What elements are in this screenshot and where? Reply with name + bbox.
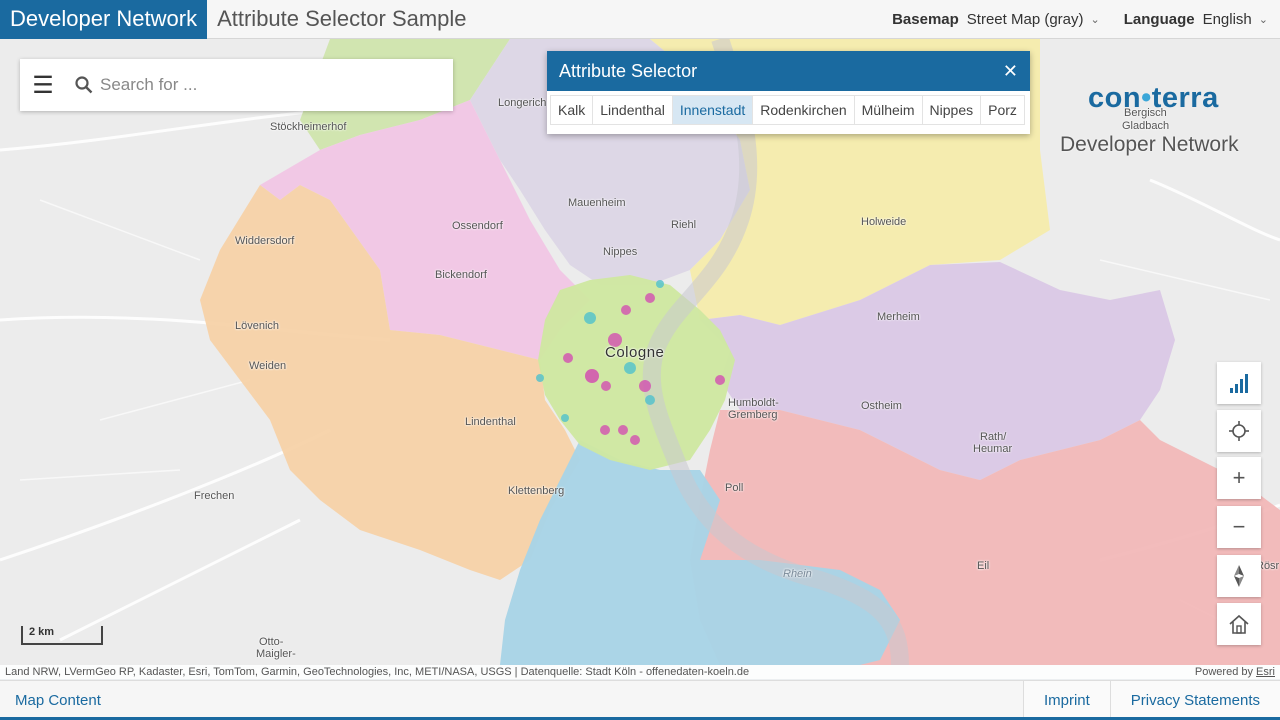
- place-label: Maigler-: [256, 648, 296, 660]
- place-label: Widdersdorf: [235, 235, 295, 247]
- place-label: Lindenthal: [465, 416, 516, 428]
- place-label: Lövenich: [235, 320, 280, 332]
- footer-bar: Map Content Imprint Privacy Statements: [0, 680, 1280, 720]
- app-title: Attribute Selector Sample: [217, 6, 467, 31]
- conterra-logo: con•terra Developer Network: [1060, 82, 1260, 157]
- compass-icon: [1234, 565, 1244, 587]
- basemap-value: Street Map (gray): [966, 10, 1084, 28]
- attribute-selector-header: Attribute Selector ✕: [547, 51, 1030, 91]
- place-label: Ossendorf: [452, 220, 503, 232]
- place-label: Merheim: [877, 311, 920, 323]
- plus-icon: +: [1232, 465, 1246, 490]
- logo-subtitle: Developer Network: [1060, 133, 1239, 156]
- language-label: Language: [1123, 10, 1195, 28]
- river-label: Rhein: [783, 568, 812, 580]
- imprint-button[interactable]: Imprint: [1022, 680, 1110, 720]
- attribute-selector-title: Attribute Selector: [559, 60, 698, 81]
- chart-button[interactable]: [1217, 362, 1261, 404]
- place-label: Mauenheim: [568, 197, 626, 209]
- place-label: Ostheim: [861, 400, 902, 412]
- logo-mark: con•terra: [1088, 82, 1219, 114]
- place-label: Eil: [977, 560, 990, 572]
- brand-title[interactable]: Developer Network: [0, 0, 208, 39]
- close-icon[interactable]: ✕: [1003, 61, 1018, 82]
- search-input[interactable]: [100, 75, 420, 95]
- header-bar: Developer Network Attribute Selector Sam…: [0, 0, 1280, 39]
- bar-chart-icon: [1230, 374, 1248, 393]
- place-label: Rath/: [980, 431, 1007, 443]
- place-label: Riehl: [671, 219, 697, 231]
- place-label: Longerich: [498, 97, 547, 109]
- zoom-out-button[interactable]: −: [1217, 506, 1261, 548]
- tab-nippes[interactable]: Nippes: [921, 95, 982, 125]
- header-controls: Basemap Street Map (gray) ⌄ Language Eng…: [892, 11, 1280, 28]
- attribute-tabs: Kalk Lindenthal Innenstadt Rodenkirchen …: [547, 91, 1030, 129]
- chevron-down-icon: ⌄: [1258, 13, 1268, 26]
- attribution-text: Land NRW, LVermGeo RP, Kadaster, Esri, T…: [5, 666, 750, 678]
- home-button[interactable]: [1217, 603, 1261, 645]
- minus-icon: −: [1232, 514, 1246, 539]
- attribution-bar: Land NRW, LVermGeo RP, Kadaster, Esri, T…: [0, 665, 1280, 679]
- place-label: Gremberg: [728, 409, 778, 421]
- app-window: Developer Network Attribute Selector Sam…: [0, 0, 1280, 720]
- place-label: Holweide: [861, 216, 907, 228]
- place-label: Humboldt-: [728, 397, 779, 409]
- language-dropdown[interactable]: English ⌄: [1203, 11, 1268, 28]
- tab-rodenkirchen[interactable]: Rodenkirchen: [752, 95, 855, 125]
- esri-link[interactable]: Esri: [1256, 666, 1275, 678]
- hamburger-icon: ☰: [32, 71, 54, 99]
- scale-label: 2 km: [29, 626, 55, 638]
- locate-button[interactable]: [1217, 410, 1261, 452]
- tab-lindenthal[interactable]: Lindenthal: [592, 95, 673, 125]
- search-widget: ☰: [20, 59, 453, 111]
- search-icon: [72, 76, 96, 94]
- basemap-label: Basemap: [892, 10, 959, 28]
- tab-kalk[interactable]: Kalk: [550, 95, 594, 125]
- crosshair-icon: [1229, 421, 1249, 441]
- place-label: Otto-: [259, 636, 284, 648]
- tab-muelheim[interactable]: Mülheim: [853, 95, 923, 125]
- tab-innenstadt[interactable]: Innenstadt: [671, 95, 754, 125]
- menu-button[interactable]: ☰: [20, 59, 66, 111]
- place-label: Poll: [725, 482, 744, 494]
- privacy-button[interactable]: Privacy Statements: [1109, 680, 1280, 720]
- basemap-dropdown[interactable]: Street Map (gray) ⌄: [967, 11, 1100, 28]
- city-label: Cologne: [605, 344, 665, 361]
- place-label: Heumar: [973, 443, 1013, 455]
- chevron-down-icon: ⌄: [1090, 13, 1100, 26]
- powered-by: Powered by Esri: [1194, 666, 1275, 678]
- language-value: English: [1202, 10, 1252, 28]
- place-label: Bickendorf: [435, 269, 487, 281]
- place-label: Klettenberg: [508, 485, 565, 497]
- place-label: Nippes: [603, 246, 638, 258]
- home-icon: [1229, 614, 1249, 634]
- place-label: Stöckheimerhof: [270, 121, 347, 133]
- compass-button[interactable]: [1217, 555, 1261, 597]
- tab-porz[interactable]: Porz: [980, 95, 1025, 125]
- footer-links: Imprint Privacy Statements: [1022, 680, 1280, 720]
- scale-bar: 2 km: [21, 626, 103, 645]
- map-content-link[interactable]: Map Content: [0, 692, 101, 709]
- attribute-selector-panel: Attribute Selector ✕ Kalk Lindenthal Inn…: [547, 51, 1030, 134]
- zoom-in-button[interactable]: +: [1217, 457, 1261, 499]
- place-label: Frechen: [194, 490, 235, 502]
- place-label: Weiden: [249, 360, 287, 372]
